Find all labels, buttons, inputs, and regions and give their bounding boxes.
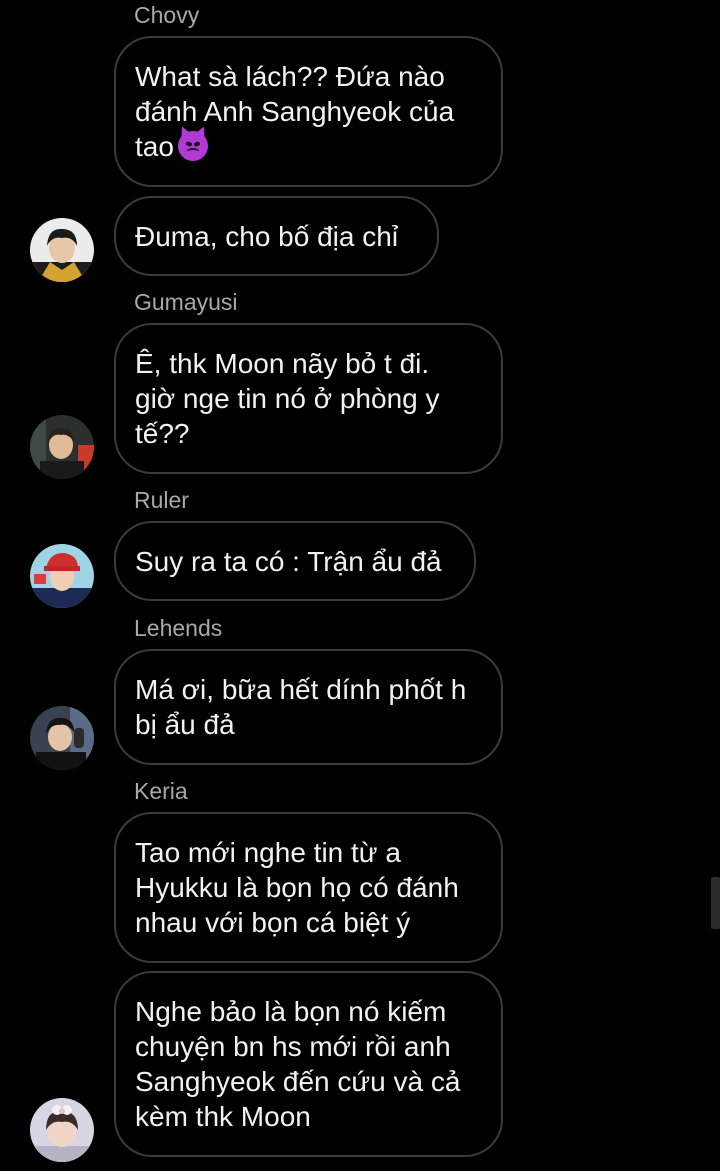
sender-name-ruler: Ruler — [134, 487, 189, 513]
message-bubble[interactable]: Má ơi, bữa hết dính phốt h bị ẩu đả — [114, 649, 503, 765]
scrollbar[interactable] — [711, 877, 720, 929]
ruler-avatar[interactable] — [30, 544, 94, 608]
message-bubble[interactable]: Đuma, cho bố địa chỉ — [114, 196, 439, 276]
sender-name-gumayusi: Gumayusi — [134, 289, 238, 315]
message-text: Ê, thk Moon nãy bỏ t đi. giờ nge tin nó … — [135, 348, 440, 449]
smiling-imp-emoji — [177, 131, 208, 161]
message-bubble[interactable]: Tao mới nghe tin từ a Hyukku là bọn họ c… — [114, 812, 503, 963]
sender-name-chovy: Chovy — [134, 2, 200, 28]
sender-name-lehends: Lehends — [134, 615, 223, 641]
message-text: Đuma, cho bố địa chỉ — [135, 220, 399, 252]
message-bubble[interactable]: Nghe bảo là bọn nó kiếm chuyện bn hs mới… — [114, 971, 503, 1157]
message-text: Suy ra ta có : Trận ẩu đả — [135, 545, 442, 577]
message-text: Nghe bảo là bọn nó kiếm chuyện bn hs mới… — [135, 996, 461, 1132]
message-text: Má ơi, bữa hết dính phốt h bị ẩu đả — [135, 674, 467, 740]
chovy-avatar[interactable] — [30, 218, 94, 282]
message-text: What sà lách?? Đứa nào đánh Anh Sanghyeo… — [135, 61, 455, 162]
lehends-avatar[interactable] — [30, 706, 94, 770]
gumayusi-avatar[interactable] — [30, 415, 94, 479]
keria-avatar[interactable] — [30, 1098, 94, 1162]
sender-name-keria: Keria — [134, 778, 188, 804]
message-bubble[interactable]: Suy ra ta có : Trận ẩu đả — [114, 521, 476, 601]
message-bubble[interactable]: What sà lách?? Đứa nào đánh Anh Sanghyeo… — [114, 36, 503, 187]
message-bubble[interactable]: Ê, thk Moon nãy bỏ t đi. giờ nge tin nó … — [114, 323, 503, 474]
message-text: Tao mới nghe tin từ a Hyukku là bọn họ c… — [135, 837, 459, 938]
